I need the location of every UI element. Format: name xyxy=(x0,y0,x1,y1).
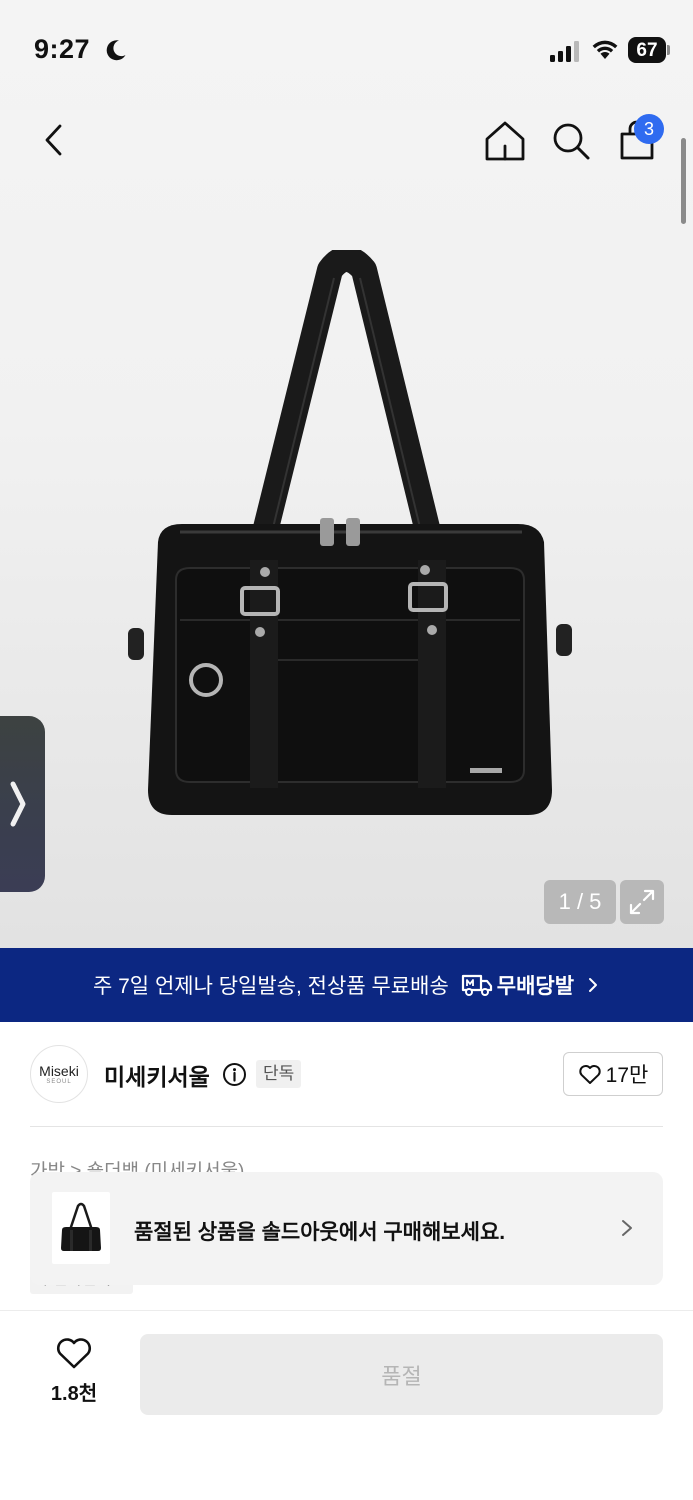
signal-icon xyxy=(550,41,579,62)
brand-name[interactable]: 미세키서울 xyxy=(104,1058,210,1092)
image-page-counter: 1 / 5 xyxy=(544,880,616,924)
wish-button[interactable]: 1.8천 xyxy=(40,1336,108,1408)
home-icon[interactable] xyxy=(482,118,528,164)
shipping-banner[interactable]: 주 7일 언제나 당일발송, 전상품 무료배송 무배당발 xyxy=(0,948,693,1022)
back-chevron-icon xyxy=(45,124,62,156)
back-button[interactable] xyxy=(32,118,76,162)
expand-icon xyxy=(629,889,655,915)
wish-count: 1.8천 xyxy=(50,1383,98,1405)
brand-logo[interactable]: Miseki SEOUL xyxy=(30,1045,88,1103)
brand-logo-subtext: SEOUL xyxy=(46,1079,72,1085)
soldout-product-thumbnail xyxy=(52,1192,110,1264)
exclusive-badge: 단독 xyxy=(256,1060,302,1088)
banner-brand: 무배당발 xyxy=(496,975,575,998)
brand-like-count: 17만 xyxy=(605,1064,649,1087)
soldout-message: 품절된 상품을 솔드아웃에서 구매해보세요. xyxy=(134,1221,506,1244)
soldout-buy-button[interactable]: 품절 xyxy=(140,1334,663,1415)
search-icon[interactable] xyxy=(548,118,594,164)
truck-icon xyxy=(461,974,492,996)
banner-logo: 무배당발 xyxy=(461,970,574,1000)
battery-level: 67 xyxy=(636,40,658,61)
soldout-popup[interactable]: 품절된 상품을 솔드아웃에서 구매해보세요. xyxy=(30,1172,663,1285)
divider xyxy=(30,1126,663,1127)
scroll-indicator[interactable] xyxy=(681,138,686,224)
side-tab-button[interactable] xyxy=(0,716,45,892)
status-time: 9:27 xyxy=(34,34,91,64)
heart-icon xyxy=(578,1065,601,1084)
side-tab-chevron-icon xyxy=(10,781,25,827)
chevron-right-icon xyxy=(589,978,598,992)
banner-text: 주 7일 언제나 당일발송, 전상품 무료배송 xyxy=(92,975,449,998)
heart-icon xyxy=(57,1338,91,1369)
cart-badge: 3 xyxy=(634,114,664,144)
expand-button[interactable] xyxy=(620,880,664,924)
wifi-icon xyxy=(592,40,618,59)
product-image-gallery: 9:27 67 3 1 / 5 xyxy=(0,0,693,948)
chevron-right-icon xyxy=(622,1220,632,1236)
info-icon[interactable] xyxy=(222,1062,247,1087)
product-image[interactable] xyxy=(120,250,580,830)
brand-logo-text: Miseki xyxy=(39,1063,79,1079)
status-bar: 9:27 67 xyxy=(0,0,693,100)
moon-icon xyxy=(106,40,126,61)
battery-indicator: 67 xyxy=(628,37,670,63)
brand-like-button[interactable]: 17만 xyxy=(563,1052,663,1096)
